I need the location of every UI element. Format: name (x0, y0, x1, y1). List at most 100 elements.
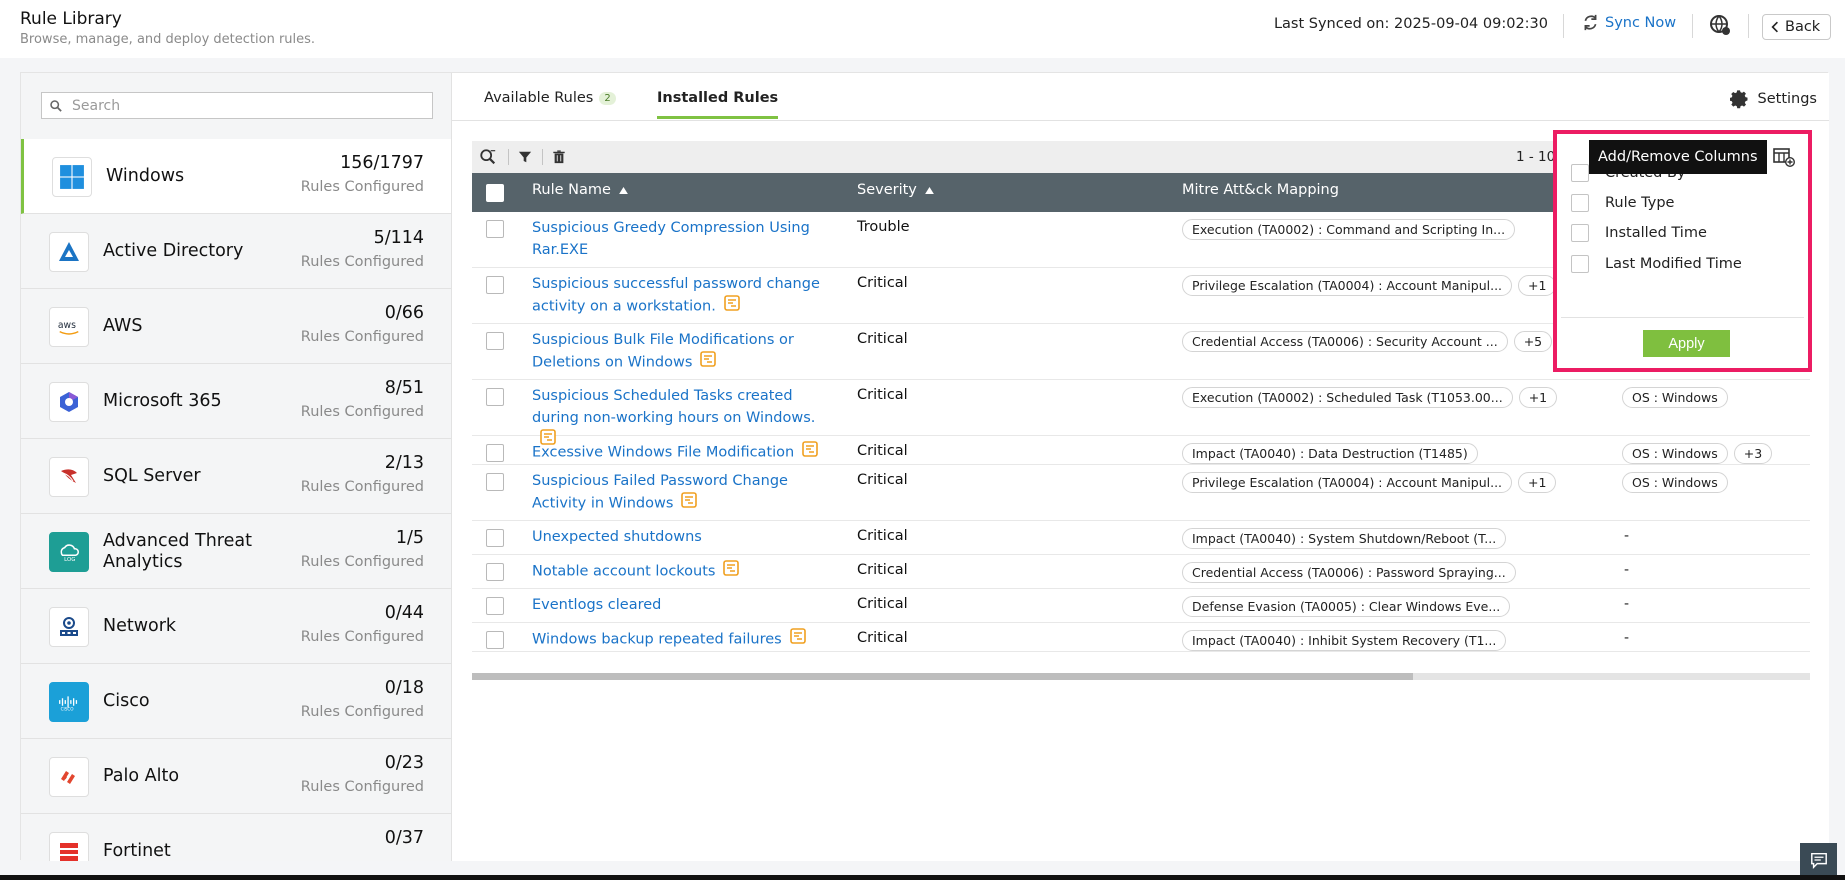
mitre-cell: Credential Access (TA0006) : Security Ac… (1182, 331, 1553, 352)
trash-icon[interactable] (549, 147, 569, 167)
os-tag-pill[interactable]: OS : Windows (1622, 472, 1728, 493)
settings-button[interactable]: Settings (1729, 89, 1817, 109)
table-row: Eventlogs cleared Critical Defense Evasion… (472, 589, 1810, 623)
horizontal-scrollbar[interactable] (472, 673, 1810, 680)
source-name: SQL Server (103, 466, 201, 486)
mitre-pill[interactable]: Privilege Escalation (TA0004) : Account … (1182, 472, 1513, 493)
rule-name-text: Suspicious Scheduled Tasks created durin… (532, 388, 816, 426)
os-tag-pill[interactable]: OS : Windows (1622, 443, 1728, 464)
rule-tag-icon[interactable] (802, 441, 819, 464)
mitre-more-pill[interactable]: +1 (1518, 472, 1557, 493)
row-checkbox[interactable] (486, 388, 504, 406)
column-mitre[interactable]: Mitre Att&ck Mapping (1182, 182, 1339, 198)
source-item-advanced-threat-analytics[interactable]: LOG Advanced Threat Analytics 1/5 Rules … (21, 514, 451, 589)
available-count-badge: 2 (599, 91, 616, 105)
source-item-cisco[interactable]: CISCO Cisco 0/18 Rules Configured (21, 664, 451, 739)
mitre-pill[interactable]: Impact (TA0040) : Inhibit System Recover… (1182, 630, 1507, 651)
source-item-fortinet[interactable]: Fortinet 0/37 (21, 814, 451, 861)
chat-icon[interactable] (1800, 843, 1837, 876)
rule-name-link[interactable]: Windows backup repeated failures (532, 628, 832, 651)
column-rule-name[interactable]: Rule Name (532, 182, 628, 198)
rule-name-link[interactable]: Notable account lockouts (532, 560, 832, 583)
row-checkbox[interactable] (486, 444, 504, 462)
back-button[interactable]: Back (1762, 14, 1832, 40)
mitre-pill[interactable]: Impact (TA0040) : System Shutdown/Reboot… (1182, 528, 1507, 549)
tab-installed-rules[interactable]: Installed Rules (657, 90, 779, 119)
row-checkbox[interactable] (486, 631, 504, 649)
mitre-pill[interactable]: Execution (TA0002) : Command and Scripti… (1182, 219, 1516, 240)
select-all-checkbox[interactable] (486, 184, 504, 202)
search-filter-icon[interactable] (478, 147, 498, 167)
mitre-pill[interactable]: Privilege Escalation (TA0004) : Account … (1182, 275, 1513, 296)
column-option-checkbox[interactable] (1571, 164, 1589, 182)
page-subtitle: Browse, manage, and deploy detection rul… (20, 32, 316, 47)
row-checkbox[interactable] (486, 529, 504, 547)
rule-name-link[interactable]: Suspicious Failed Password Change Activi… (532, 470, 832, 515)
source-item-aws[interactable]: aws AWS 0/66 Rules Configured (21, 289, 451, 364)
tag-more-pill[interactable]: +3 (1733, 443, 1773, 464)
mitre-pill[interactable]: Credential Access (TA0006) : Password Sp… (1182, 562, 1516, 583)
rule-tag-icon[interactable] (723, 560, 740, 583)
row-checkbox[interactable] (486, 332, 504, 350)
svg-text:LOG: LOG (64, 557, 75, 563)
column-option-installed-time[interactable]: Installed Time (1571, 224, 1707, 242)
filter-icon[interactable] (515, 147, 535, 167)
row-checkbox[interactable] (486, 473, 504, 491)
rule-name-link[interactable]: Suspicious Bulk File Modifications or De… (532, 329, 832, 374)
microsoft-365-icon (49, 382, 89, 422)
mitre-pill[interactable]: Execution (TA0002) : Scheduled Task (T10… (1182, 387, 1513, 408)
rule-tag-icon[interactable] (724, 295, 740, 318)
divider (1692, 14, 1693, 38)
row-checkbox[interactable] (486, 276, 504, 294)
row-checkbox[interactable] (486, 220, 504, 238)
rule-name-link[interactable]: Suspicious successful password change ac… (532, 273, 832, 318)
source-item-active-directory[interactable]: Active Directory 5/114 Rules Configured (21, 214, 451, 289)
scrollbar-thumb[interactable] (472, 673, 1413, 680)
source-sub: Rules Configured (300, 629, 424, 645)
rule-tag-icon[interactable] (681, 492, 698, 515)
rule-name-link[interactable]: Unexpected shutdowns (532, 526, 832, 548)
source-item-sql-server[interactable]: SQL Server 2/13 Rules Configured (21, 439, 451, 514)
row-checkbox[interactable] (486, 563, 504, 581)
rule-tag-icon[interactable] (789, 628, 806, 651)
apply-button[interactable]: Apply (1643, 330, 1730, 357)
rule-name-link[interactable]: Suspicious Greedy Compression Using Rar.… (532, 217, 832, 261)
table-row: Unexpected shutdowns Critical Impact (TA00… (472, 521, 1810, 555)
column-option-checkbox[interactable] (1571, 194, 1589, 212)
mitre-pill[interactable]: Defense Evasion (TA0005) : Clear Windows… (1182, 596, 1511, 617)
rule-name-text: Suspicious Greedy Compression Using Rar.… (532, 220, 810, 258)
mitre-more-pill[interactable]: +1 (1518, 275, 1557, 296)
os-tag-pill[interactable]: OS : Windows (1622, 387, 1728, 408)
source-item-palo-alto[interactable]: Palo Alto 0/23 Rules Configured (21, 739, 451, 814)
rule-tag-icon[interactable] (700, 351, 717, 374)
mitre-pill[interactable]: Impact (TA0040) : Data Destruction (T148… (1182, 443, 1478, 464)
source-sub: Rules Configured (300, 554, 424, 570)
palo-alto-icon (49, 757, 89, 797)
sync-now-button[interactable]: Sync Now (1582, 14, 1676, 31)
source-item-windows[interactable]: Windows 156/1797 Rules Configured (21, 139, 451, 214)
cisco-icon: CISCO (49, 682, 89, 722)
column-option-rule-type[interactable]: Rule Type (1571, 194, 1674, 212)
column-option-checkbox[interactable] (1571, 224, 1589, 242)
advanced-threat-analytics-icon: LOG (49, 532, 89, 572)
rule-name-link[interactable]: Eventlogs cleared (532, 594, 832, 616)
rule-name-text: Unexpected shutdowns (532, 529, 702, 545)
source-item-network[interactable]: Network 0/44 Rules Configured (21, 589, 451, 664)
search-box (41, 92, 433, 119)
tab-available-rules[interactable]: Available Rules 2 (484, 90, 616, 116)
mitre-cell: Credential Access (TA0006) : Password Sp… (1182, 562, 1516, 583)
mitre-pill[interactable]: Credential Access (TA0006) : Security Ac… (1182, 331, 1508, 352)
source-sub: Rules Configured (300, 329, 424, 345)
rule-name-link[interactable]: Excessive Windows File Modification (532, 441, 832, 464)
row-checkbox[interactable] (486, 597, 504, 615)
column-option-checkbox[interactable] (1571, 255, 1589, 273)
mitre-more-pill[interactable]: +1 (1518, 387, 1558, 408)
source-item-microsoft-365[interactable]: Microsoft 365 8/51 Rules Configured (21, 364, 451, 439)
column-settings-icon[interactable] (1773, 147, 1796, 168)
globe-settings-icon[interactable] (1709, 14, 1731, 36)
mitre-more-pill[interactable]: +5 (1513, 331, 1553, 352)
column-option-last-modified-time[interactable]: Last Modified Time (1571, 255, 1742, 273)
search-input[interactable] (72, 97, 412, 114)
column-severity[interactable]: Severity (857, 182, 934, 198)
tags-cell: - (1622, 562, 1629, 578)
